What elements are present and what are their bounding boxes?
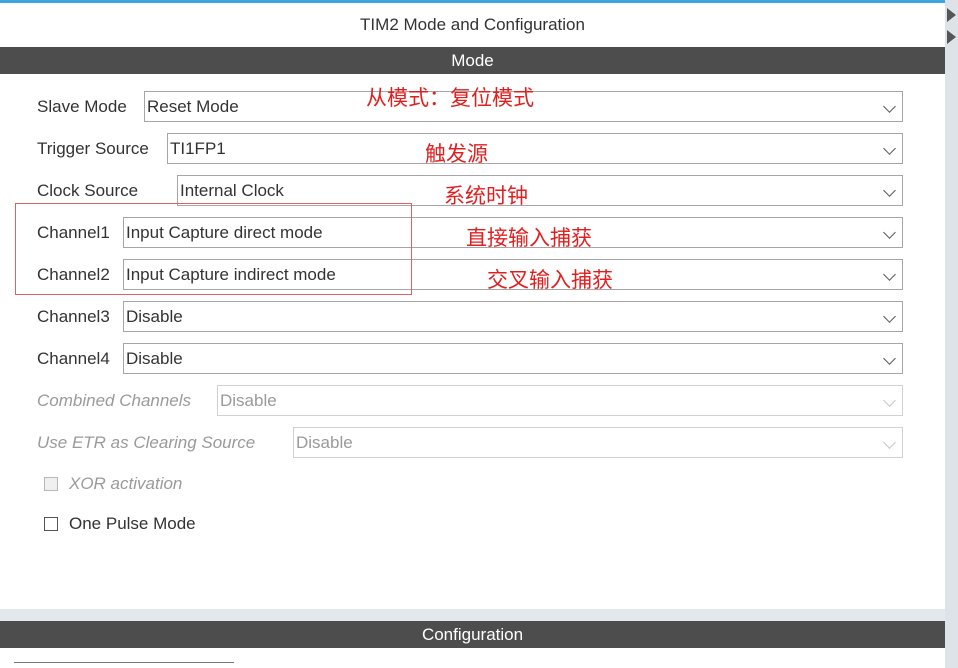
slave-mode-annotation: 从模式：复位模式 [366, 87, 534, 110]
chevron-down-icon [883, 436, 896, 449]
slave-mode-label: Slave Mode [37, 97, 127, 116]
channel2-annotation: 交叉输入捕获 [487, 269, 613, 292]
section-separator [0, 609, 945, 621]
side-scroll-bar[interactable] [945, 0, 958, 668]
channel3-row: Channel3 Disable [0, 299, 945, 335]
channel1-annotation: 直接输入捕获 [466, 227, 592, 250]
trigger-source-select[interactable]: TI1FP1 [167, 133, 903, 164]
etr-clearing-source-value: Disable [296, 433, 353, 452]
xor-activation-checkbox [44, 477, 58, 491]
channel3-label: Channel3 [37, 307, 110, 326]
clock-source-select[interactable]: Internal Clock [177, 175, 903, 206]
trigger-source-value: TI1FP1 [170, 139, 226, 158]
chevron-down-icon [883, 268, 896, 281]
configuration-tab-underline [14, 662, 234, 663]
etr-clearing-source-row: Use ETR as Clearing Source Disable [0, 425, 945, 461]
channel3-select[interactable]: Disable [123, 301, 903, 332]
etr-clearing-source-label: Use ETR as Clearing Source [37, 433, 256, 452]
chevron-down-icon [883, 352, 896, 365]
channel4-label: Channel4 [37, 349, 110, 368]
channel4-select[interactable]: Disable [123, 343, 903, 374]
combined-channels-value: Disable [220, 391, 277, 410]
combined-channels-label: Combined Channels [37, 391, 192, 410]
mode-section-header[interactable]: Mode [0, 47, 945, 74]
chevron-down-icon [883, 184, 896, 197]
chevron-down-icon [883, 310, 896, 323]
combined-channels-select: Disable [217, 385, 903, 416]
channel4-value: Disable [126, 349, 183, 368]
one-pulse-mode-checkbox[interactable] [44, 517, 58, 531]
chevron-down-icon [883, 142, 896, 155]
chevron-down-icon [883, 100, 896, 113]
channel4-row: Channel4 Disable [0, 341, 945, 377]
chevron-down-icon [883, 226, 896, 239]
xor-activation-label: XOR activation [69, 474, 183, 493]
channel3-value: Disable [126, 307, 183, 326]
combined-channels-row: Combined Channels Disable [0, 383, 945, 419]
clock-source-annotation: 系统时钟 [444, 185, 528, 208]
expand-arrow-icon[interactable] [947, 30, 956, 44]
etr-clearing-source-select: Disable [293, 427, 903, 458]
chevron-down-icon [883, 394, 896, 407]
configuration-section-header[interactable]: Configuration [0, 621, 945, 648]
one-pulse-mode-label[interactable]: One Pulse Mode [69, 512, 196, 536]
collapse-arrow-icon[interactable] [947, 8, 956, 22]
slave-mode-value: Reset Mode [147, 97, 239, 116]
clock-source-value: Internal Clock [180, 181, 284, 200]
window-title: TIM2 Mode and Configuration [360, 15, 585, 34]
trigger-source-label: Trigger Source [37, 139, 149, 158]
channel-annotation-box [15, 203, 412, 295]
trigger-source-annotation: 触发源 [425, 143, 488, 166]
